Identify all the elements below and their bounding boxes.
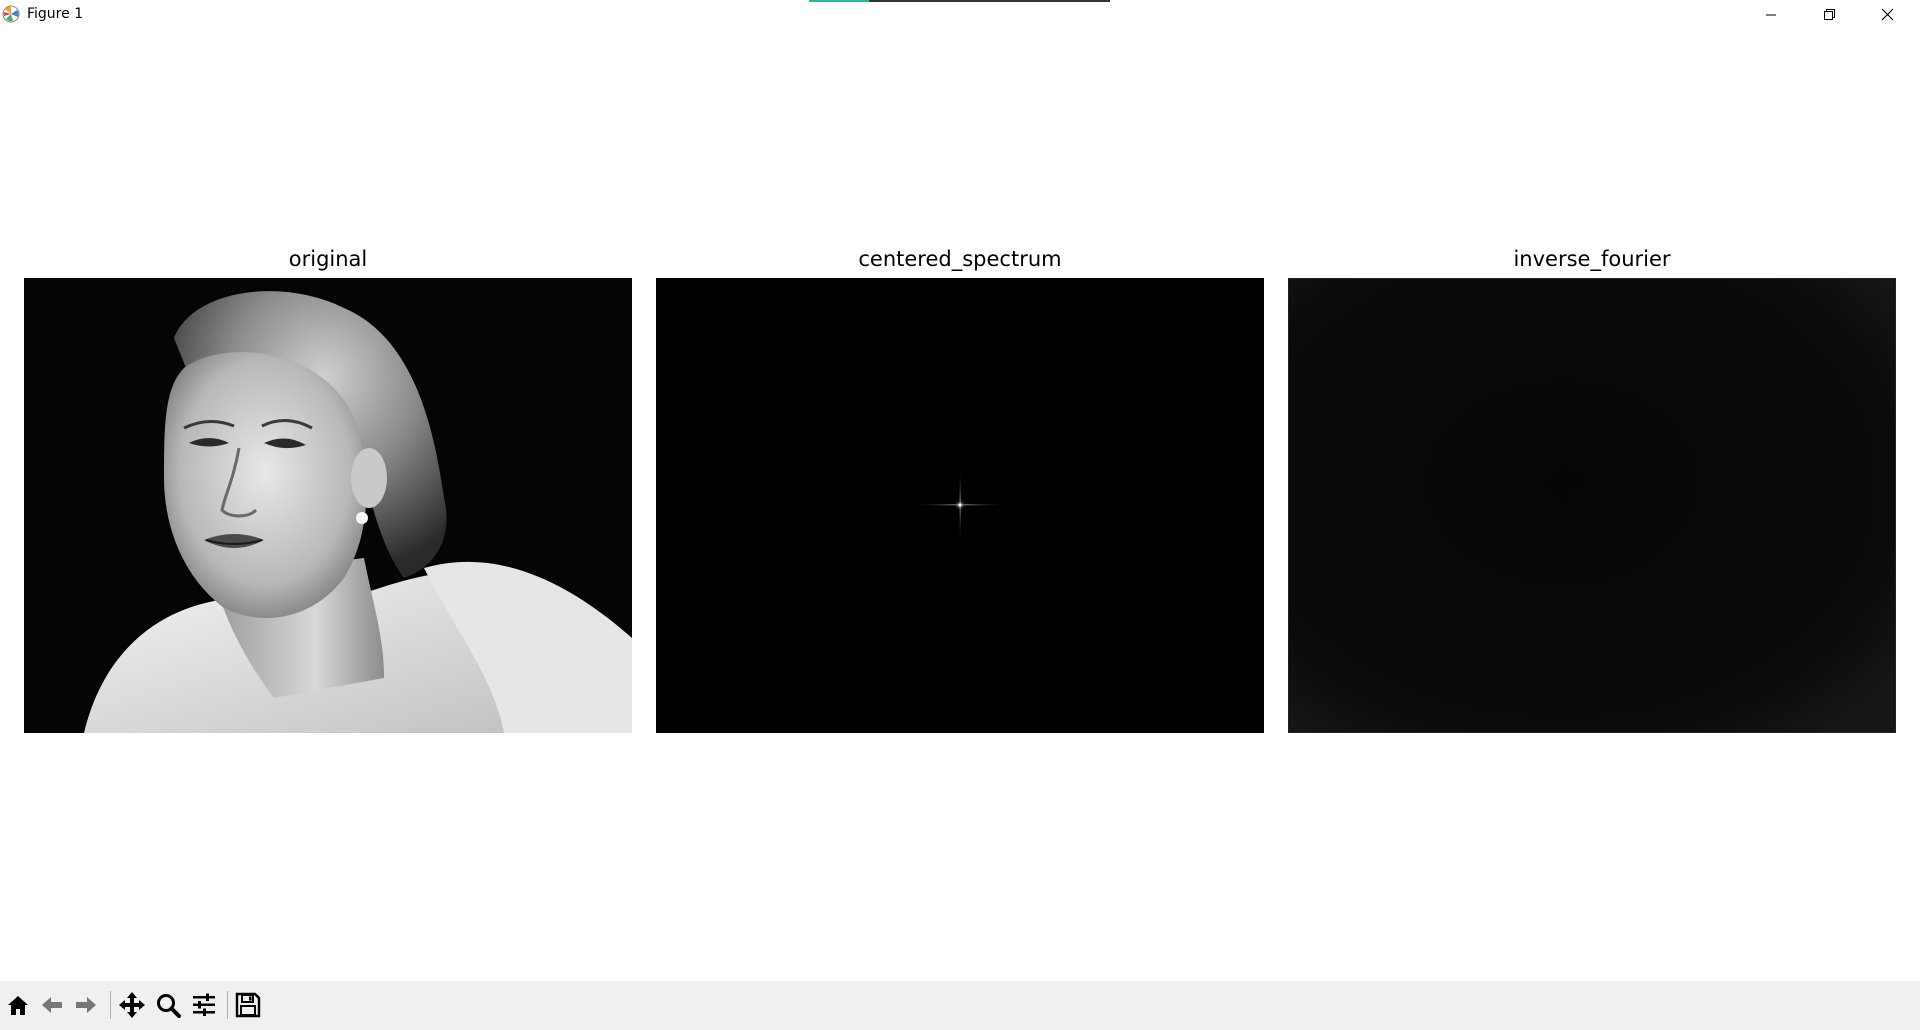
matplotlib-logo-icon xyxy=(2,5,20,23)
inverse-fourier-image xyxy=(1288,278,1896,733)
save-icon xyxy=(235,992,261,1018)
window-drag-indicator xyxy=(809,0,1110,2)
home-button[interactable] xyxy=(2,989,34,1021)
indicator-accent xyxy=(809,0,869,2)
minimize-button[interactable] xyxy=(1742,0,1800,29)
axes-title-original: original xyxy=(288,247,368,271)
minimize-icon xyxy=(1766,14,1776,15)
close-button[interactable] xyxy=(1858,0,1916,29)
portrait-image xyxy=(24,278,632,733)
save-button[interactable] xyxy=(232,989,264,1021)
image-centered-spectrum[interactable] xyxy=(656,278,1264,733)
forward-icon xyxy=(76,997,96,1013)
close-icon xyxy=(1881,8,1893,21)
restore-icon xyxy=(1823,9,1835,20)
zoom-icon xyxy=(157,994,181,1018)
pan-icon xyxy=(119,992,145,1018)
configure-subplots-button[interactable] xyxy=(188,989,220,1021)
image-original[interactable] xyxy=(24,278,632,733)
navigation-toolbar xyxy=(0,981,1920,1030)
configure-subplots-icon xyxy=(193,993,215,1016)
back-button[interactable] xyxy=(36,989,68,1021)
restore-button[interactable] xyxy=(1800,0,1858,29)
home-icon xyxy=(8,996,28,1015)
window-title: Figure 1 xyxy=(27,6,84,22)
title-bar: Figure 1 xyxy=(0,0,1920,29)
image-inverse-fourier[interactable] xyxy=(1288,278,1896,733)
toolbar-separator xyxy=(110,991,111,1019)
spectrum-image xyxy=(656,278,1264,733)
back-icon xyxy=(42,997,62,1013)
zoom-button[interactable] xyxy=(152,989,184,1021)
axes-title-centered-spectrum: centered_spectrum xyxy=(858,247,1062,271)
pan-button[interactable] xyxy=(116,989,148,1021)
toolbar-separator xyxy=(227,991,228,1019)
axes-title-inverse-fourier: inverse_fourier xyxy=(1513,247,1671,271)
forward-button[interactable] xyxy=(70,989,102,1021)
